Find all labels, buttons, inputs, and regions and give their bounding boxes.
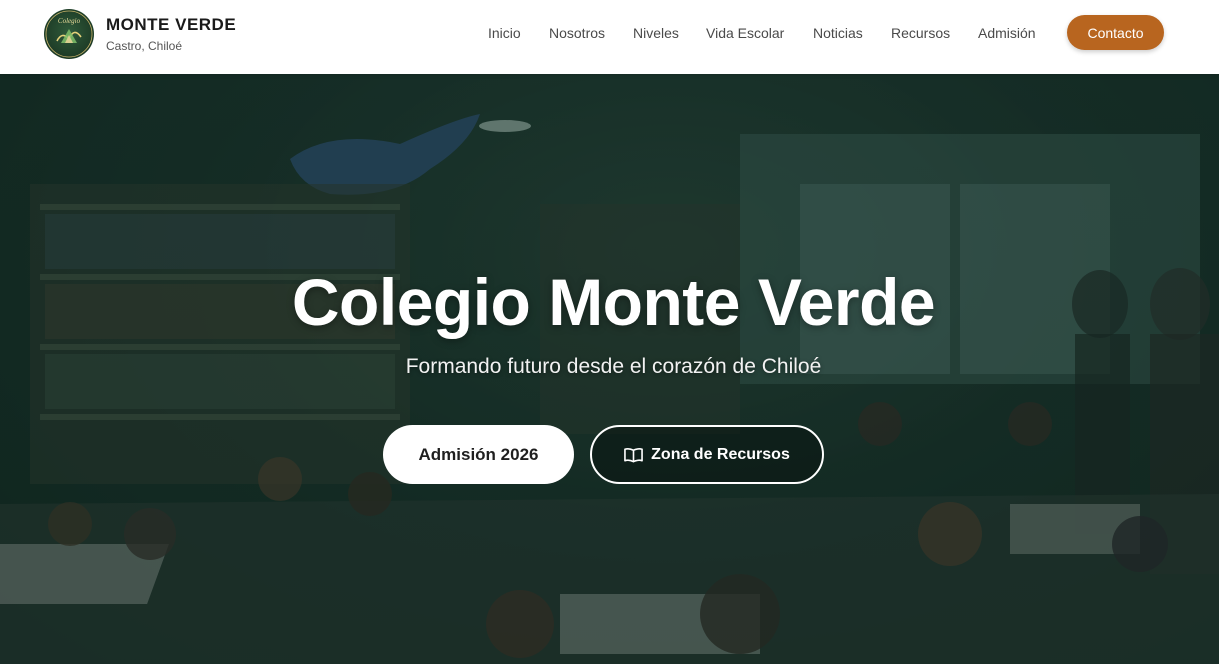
school-logo-icon: Colegio xyxy=(44,9,94,59)
site-header: Colegio MONTE VERDE Castro, Chiloé Inici… xyxy=(0,0,1219,74)
nav-item-admision[interactable]: Admisión xyxy=(978,25,1036,41)
brand-location: Castro, Chiloé xyxy=(106,39,183,53)
nav-item-recursos[interactable]: Recursos xyxy=(891,25,950,41)
hero-section: Colegio Monte Verde Formando futuro desd… xyxy=(0,74,1219,664)
brand-name: MONTE VERDE xyxy=(106,15,237,34)
svg-text:Colegio: Colegio xyxy=(58,17,81,25)
nav-item-vida-escolar[interactable]: Vida Escolar xyxy=(706,25,784,41)
nav-item-noticias[interactable]: Noticias xyxy=(813,25,863,41)
contact-button[interactable]: Contacto xyxy=(1067,15,1164,50)
resources-button-label: Zona de Recursos xyxy=(651,445,790,463)
nav-item-nosotros[interactable]: Nosotros xyxy=(549,25,605,41)
brand[interactable]: Colegio MONTE VERDE Castro, Chiloé xyxy=(44,9,236,59)
admission-button[interactable]: Admisión 2026 xyxy=(383,425,574,484)
nav-item-niveles[interactable]: Niveles xyxy=(633,25,679,41)
brand-text: MONTE VERDE Castro, Chiloé xyxy=(106,15,236,53)
hero-subtitle: Formando futuro desde el corazón de Chil… xyxy=(405,355,822,378)
book-open-icon xyxy=(624,447,643,462)
nav-item-inicio[interactable]: Inicio xyxy=(488,25,521,41)
hero-title: Colegio Monte Verde xyxy=(291,265,936,339)
resources-button[interactable]: Zona de Recursos xyxy=(590,425,824,484)
hero-content: Colegio Monte Verde Formando futuro desd… xyxy=(0,74,1219,664)
